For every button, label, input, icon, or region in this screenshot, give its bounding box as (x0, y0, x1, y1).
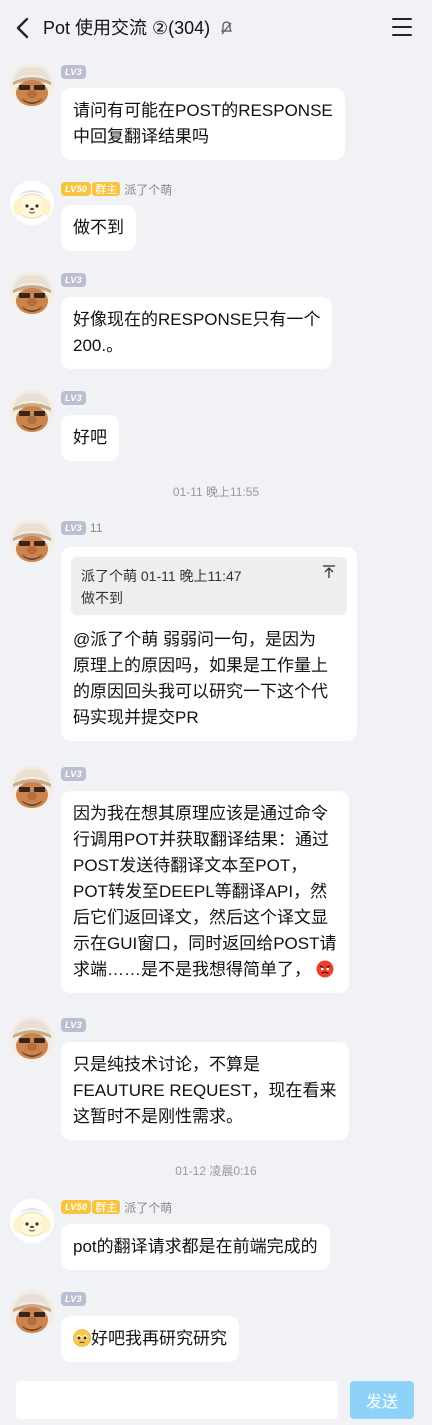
message-line: 中回复翻译结果吗 (73, 127, 209, 146)
sender-name: 派了个萌 (124, 1200, 173, 1215)
message-line: 后它们返回译文，然后这个译文显 (73, 908, 328, 927)
message-line: 这暂时不是刚性需求。 (73, 1107, 243, 1126)
avatar[interactable] (10, 1199, 54, 1243)
message-line: 求端……是不是我想得简单了， (73, 957, 337, 983)
message-line: @派了个萌 弱弱问一句，是因为 (73, 630, 316, 649)
message-line: POT转发至DEEPL等翻译API，然 (73, 882, 328, 901)
quote-text: 做不到 (81, 590, 123, 606)
sender-meta: LV3 (61, 390, 86, 406)
message-line: 请问有可能在POST的RESPONSE (73, 101, 333, 120)
message-line: 好吧 (73, 428, 107, 447)
level-badge: LV3 (61, 391, 86, 405)
owner-badge: 群主 (92, 182, 121, 196)
message-bubble[interactable]: 好吧 (61, 415, 119, 461)
level-badge: LV50 (61, 1200, 92, 1214)
avatar[interactable] (10, 765, 54, 809)
quote-header: 派了个萌 01-11 晚上11:47 (81, 568, 242, 584)
level-badge: LV3 (61, 1292, 86, 1306)
avatar[interactable] (10, 1290, 54, 1334)
avatar[interactable] (10, 519, 54, 563)
message-bubble[interactable]: 只是纯技术讨论，不算是 FEAUTURE REQUEST，现在看来 这暂时不是刚… (61, 1042, 349, 1140)
message-bubble[interactable]: 好吧我再研究研究 (61, 1316, 239, 1362)
message-line: 只是纯技术讨论，不算是 (73, 1055, 260, 1074)
message-bubble[interactable]: 派了个萌 01-11 晚上11:47 做不到 @派了个萌 弱弱问一句，是因为 原… (61, 547, 357, 741)
avatar[interactable] (10, 389, 54, 433)
timestamp-divider: 01-12 凌晨0:16 (175, 1164, 257, 1178)
level-badge: LV3 (61, 767, 86, 781)
avatar[interactable] (10, 181, 54, 225)
message-bubble[interactable]: 做不到 (61, 205, 136, 251)
message-text: 好吧我再研究研究 (91, 1329, 227, 1348)
level-badge: LV3 (61, 273, 86, 287)
collapse-up-icon[interactable] (323, 565, 335, 579)
message-line: pot的翻译请求都是在前端完成的 (73, 1237, 318, 1256)
message-line: 原理上的原因吗，如果是工作量上 (73, 656, 328, 675)
sender-meta: LV3 (61, 64, 86, 80)
sender-meta: LV3 (61, 766, 86, 782)
level-badge: LV50 (61, 182, 92, 196)
pleading-face-emoji (73, 1329, 91, 1347)
avatar[interactable] (10, 1016, 54, 1060)
message-line: 好像现在的RESPONSE只有一个 (73, 310, 321, 329)
sender-meta: LV3 (61, 1291, 86, 1307)
level-badge: LV3 (61, 65, 86, 79)
chat-title-text: Pot 使用交流 ②(304) (43, 18, 211, 38)
message-line: 好吧我再研究研究 (73, 1326, 227, 1352)
send-button[interactable]: 发送 (350, 1381, 414, 1419)
timestamp-divider: 01-11 晚上11:55 (172, 485, 260, 499)
avatar[interactable] (10, 63, 54, 107)
back-button[interactable] (10, 14, 34, 42)
level-badge: LV3 (61, 521, 86, 535)
sender-meta: LV3 (61, 272, 86, 288)
avatar[interactable] (10, 271, 54, 315)
quoted-message[interactable]: 派了个萌 01-11 晚上11:47 做不到 (71, 557, 347, 615)
sender-meta: LV3 (61, 1017, 86, 1033)
sender-name: 派了个萌 (124, 182, 173, 197)
message-input[interactable] (16, 1381, 338, 1419)
message-text: 求端……是不是我想得简单了， (73, 960, 311, 979)
hamburger-menu-icon[interactable] (392, 18, 412, 36)
message-line: 做不到 (73, 218, 124, 237)
message-line: 行调用POT并获取翻译结果：通过 (73, 830, 329, 849)
sender-meta: LV50 群主 派了个萌 (61, 181, 172, 197)
top-bar: Pot 使用交流 ②(304) (0, 0, 432, 56)
chevron-left-icon (16, 17, 29, 39)
message-bubble[interactable]: 因为我在想其原理应该是通过命令 行调用POT并获取翻译结果：通过 POST发送待… (61, 791, 349, 993)
message-line: POST发送待翻译文本至POT， (73, 856, 308, 875)
angry-face-emoji (316, 960, 334, 978)
message-bubble[interactable]: 好像现在的RESPONSE只有一个 200.。 (61, 297, 333, 369)
message-line: 示在GUI窗口，同时返回给POST请 (73, 934, 337, 953)
message-line: 因为我在想其原理应该是通过命令 (73, 804, 328, 823)
message-line: 的原因回头我可以研究一下这个代 (73, 682, 328, 701)
message-line: 码实现并提交PR (73, 708, 199, 727)
sender-name: 11 (89, 521, 103, 535)
message-bubble[interactable]: 请问有可能在POST的RESPONSE 中回复翻译结果吗 (61, 88, 345, 160)
message-composer: 发送 (0, 1373, 432, 1425)
sender-meta: LV3 11 (61, 520, 102, 536)
message-line: FEAUTURE REQUEST，现在看来 (73, 1081, 337, 1100)
message-bubble[interactable]: pot的翻译请求都是在前端完成的 (61, 1224, 330, 1270)
owner-badge: 群主 (92, 1200, 121, 1214)
chat-title: Pot 使用交流 ②(304) (43, 16, 233, 41)
level-badge: LV3 (61, 1018, 86, 1032)
mute-bell-icon (221, 17, 233, 41)
message-line: 200.。 (73, 336, 124, 355)
sender-meta: LV50 群主 派了个萌 (61, 1199, 172, 1215)
